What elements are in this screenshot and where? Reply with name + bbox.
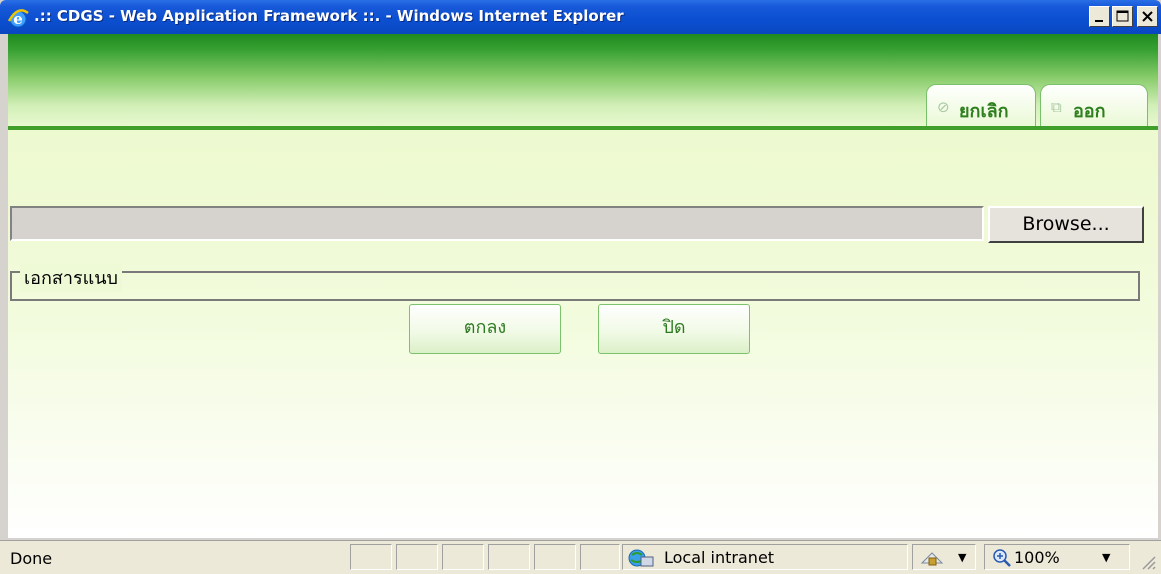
ie-logo-icon: e — [7, 9, 29, 28]
network-globe-icon — [628, 549, 654, 567]
maximize-icon — [1116, 10, 1129, 22]
attachments-legend: เอกสารแนบ — [20, 263, 122, 292]
header-band: ⊘ ยกเลิก ⧉ ออก — [8, 34, 1158, 126]
resize-grip-icon[interactable] — [1137, 551, 1157, 571]
chevron-down-icon[interactable]: ▼ — [1102, 551, 1110, 564]
zone-label: Local intranet — [664, 548, 775, 567]
status-panel — [488, 544, 530, 570]
status-panel — [580, 544, 620, 570]
status-bar: Done Local intranet ▼ 100% ▼ — [0, 540, 1161, 574]
zoom-level: 100% — [1014, 548, 1060, 567]
ok-button[interactable]: ตกลง — [409, 304, 561, 354]
cancel-circle-icon: ⊘ — [937, 98, 950, 116]
file-path-input[interactable] — [10, 206, 984, 241]
browse-button[interactable]: Browse... — [988, 206, 1144, 243]
status-text: Done — [10, 549, 53, 568]
close-button[interactable]: ปิด — [598, 304, 750, 354]
window-title: .:: CDGS - Web Application Framework ::.… — [34, 7, 624, 25]
status-panel — [442, 544, 484, 570]
close-window-button[interactable] — [1137, 6, 1158, 27]
minimize-button[interactable] — [1089, 6, 1110, 27]
close-icon — [1142, 11, 1153, 22]
attachments-fieldset — [10, 271, 1140, 301]
zoom-magnifier-icon — [993, 549, 1011, 567]
status-panel — [396, 544, 438, 570]
status-panel — [534, 544, 576, 570]
maximize-button[interactable] — [1112, 6, 1133, 27]
minimize-icon — [1095, 20, 1103, 22]
exit-tab-label: ออก — [1073, 101, 1106, 122]
exit-window-icon: ⧉ — [1051, 98, 1062, 116]
chevron-down-icon[interactable]: ▼ — [958, 551, 966, 564]
security-lock-icon — [920, 552, 944, 566]
cancel-tab[interactable]: ⊘ ยกเลิก — [926, 84, 1036, 126]
title-bar[interactable]: e .:: CDGS - Web Application Framework :… — [0, 0, 1161, 34]
cancel-tab-label: ยกเลิก — [959, 101, 1009, 122]
status-panel — [350, 544, 392, 570]
header-divider — [8, 126, 1158, 130]
exit-tab[interactable]: ⧉ ออก — [1040, 84, 1148, 126]
